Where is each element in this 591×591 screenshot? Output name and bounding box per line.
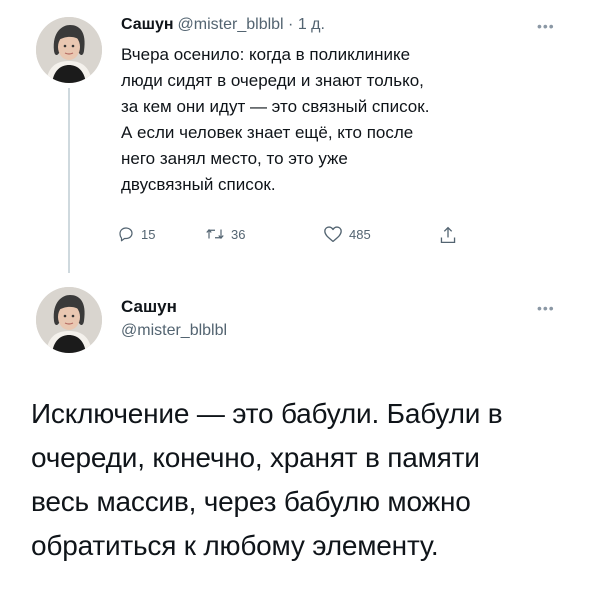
- tweet-text-line: весь массив, через бабулю можно: [31, 486, 471, 517]
- tweet-actions: 15 36 485: [117, 225, 497, 249]
- tweet-text-line: очереди, конечно, хранят в памяти: [31, 442, 480, 473]
- avatar[interactable]: [36, 17, 102, 83]
- tweet-text-line: него занял место, то это уже: [121, 149, 348, 168]
- tweet-text-line: за кем они идут — это связный список.: [121, 97, 430, 116]
- author-handle[interactable]: @mister_blblbl: [121, 320, 227, 342]
- tweet-text-line: Исключение — это бабули. Бабули в: [31, 398, 503, 429]
- tweet-text-line: люди сидят в очереди и знают только,: [121, 71, 424, 90]
- thread-tweet[interactable]: Сашун @mister_blblbl · 1 д. Вчера осенило…: [0, 0, 591, 280]
- avatar[interactable]: [36, 287, 102, 353]
- tweet-text-line: обратиться к любому элементу.: [31, 530, 439, 561]
- share-icon: [440, 226, 456, 244]
- reply-button[interactable]: 15: [117, 225, 155, 243]
- tweet-header: Сашун @mister_blblbl · 1 д.: [121, 14, 561, 36]
- tweet-text-line: Вчера осенило: когда в поликлинике: [121, 45, 411, 64]
- tweet-text: Вчера осенило: когда в поликлинике люди …: [121, 42, 561, 198]
- retweet-icon: [206, 228, 224, 240]
- more-horizontal-icon[interactable]: •••: [537, 301, 555, 315]
- author-name[interactable]: Сашун: [121, 16, 174, 33]
- author-name[interactable]: Сашун: [121, 296, 177, 318]
- author-meta: @mister_blblbl · 1 д.: [177, 16, 325, 33]
- like-count: 485: [349, 226, 371, 242]
- retweet-count: 36: [231, 226, 246, 242]
- main-tweet-text: Исключение — это бабули. Бабули в очеред…: [31, 392, 576, 568]
- retweet-button[interactable]: 36: [205, 225, 245, 243]
- avatar-image: [36, 17, 102, 83]
- reply-icon: [119, 227, 133, 242]
- like-button[interactable]: 485: [323, 225, 371, 243]
- tweet-text-line: двусвязный список.: [121, 175, 276, 194]
- tweet-text-line: А если человек знает ещё, кто после: [121, 123, 414, 142]
- heart-icon: [324, 226, 342, 243]
- thread-connector-line: [68, 88, 70, 273]
- reply-count: 15: [141, 226, 156, 242]
- avatar-image: [36, 287, 102, 353]
- tweet-body: Сашун @mister_blblbl · 1 д. Вчера осенило…: [121, 14, 561, 198]
- more-horizontal-icon[interactable]: •••: [537, 19, 555, 33]
- share-button[interactable]: [439, 225, 457, 245]
